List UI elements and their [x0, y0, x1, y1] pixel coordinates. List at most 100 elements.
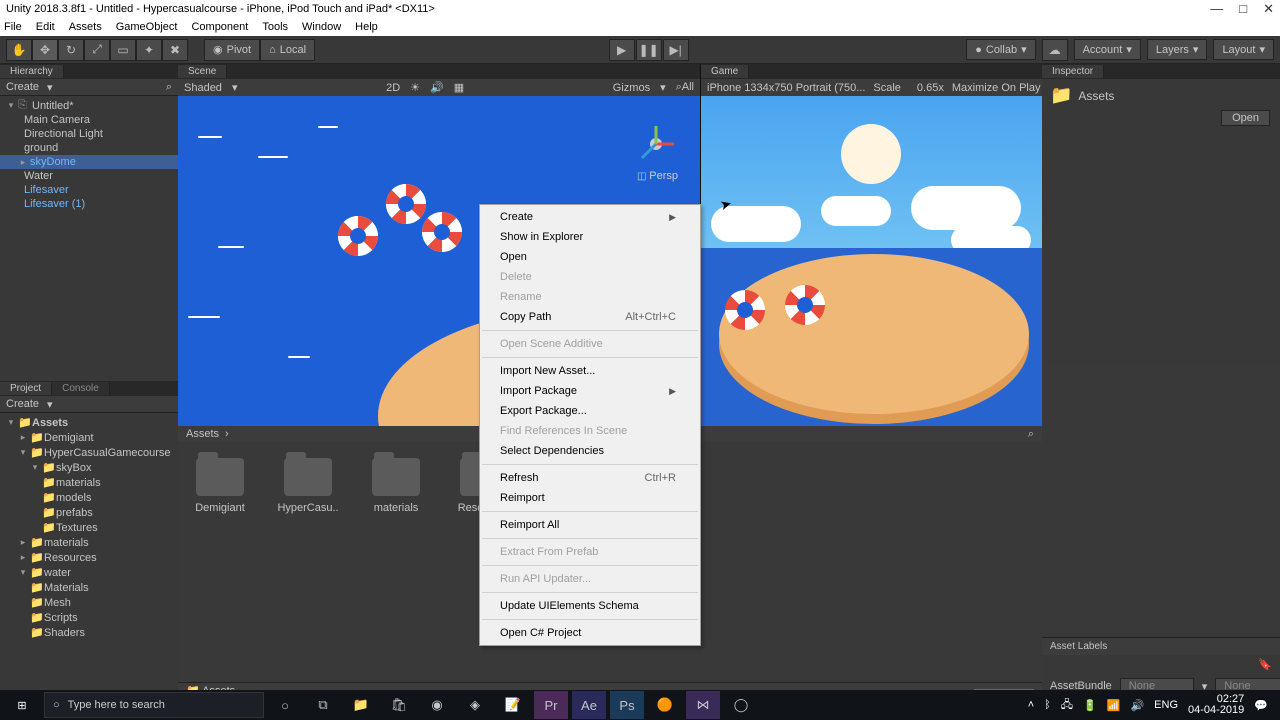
project-tab[interactable]: Project — [0, 382, 52, 395]
layout-dropdown[interactable]: Layout ▾ — [1213, 39, 1274, 60]
maximize-icon[interactable]: □ — [1239, 1, 1247, 17]
project-folder[interactable]: ▸📁Resources — [0, 550, 178, 565]
photoshop-icon[interactable]: Ps — [610, 691, 644, 719]
menu-help[interactable]: Help — [355, 21, 378, 33]
hierarchy-item[interactable]: Water — [0, 169, 178, 183]
inspector-tab[interactable]: Inspector — [1042, 65, 1104, 78]
project-folder[interactable]: 📁prefabs — [0, 505, 178, 520]
view-gizmo[interactable] — [634, 122, 678, 166]
menu-gameobject[interactable]: GameObject — [116, 21, 178, 33]
chrome-icon[interactable]: ◉ — [420, 691, 454, 719]
project-folder[interactable]: 📁materials — [0, 475, 178, 490]
context-menu-item[interactable]: Select Dependencies — [480, 441, 700, 461]
context-menu-item[interactable]: Copy PathAlt+Ctrl+C — [480, 307, 700, 327]
label-icon[interactable]: 🔖 — [1258, 659, 1272, 671]
search-all[interactable]: ⌕All — [676, 81, 694, 94]
hierarchy-create[interactable]: Create — [6, 81, 39, 93]
taskview-icon[interactable]: ⧉ — [306, 691, 340, 719]
premiere-icon[interactable]: Pr — [534, 691, 568, 719]
blender-icon[interactable]: 🟠 — [648, 691, 682, 719]
menu-edit[interactable]: Edit — [36, 21, 55, 33]
account-dropdown[interactable]: Account ▾ — [1074, 39, 1141, 60]
gizmos-dropdown[interactable]: Gizmos — [613, 82, 650, 94]
asset-folder[interactable]: HyperCasu.. — [278, 458, 338, 514]
maximize-toggle[interactable]: Maximize On Play — [952, 82, 1041, 94]
project-folder[interactable]: 📁Mesh — [0, 595, 178, 610]
2d-toggle[interactable]: 2D — [386, 82, 400, 94]
hierarchy-scene[interactable]: ▾⎘Untitled* — [0, 98, 178, 113]
move-tool-button[interactable]: ✥ — [32, 39, 58, 61]
close-icon[interactable]: ✕ — [1263, 1, 1274, 17]
asset-folder[interactable]: materials — [366, 458, 426, 514]
rotate-tool-button[interactable]: ↻ — [58, 39, 84, 61]
notepad-icon[interactable]: 📝 — [496, 691, 530, 719]
menu-file[interactable]: File — [4, 21, 22, 33]
selected-lifesaver[interactable] — [422, 212, 462, 252]
project-create[interactable]: Create — [6, 398, 39, 410]
pivot-toggle[interactable]: ◉ Pivot — [204, 39, 260, 61]
fx-icon[interactable]: ▦ — [454, 81, 464, 94]
game-tab[interactable]: Game — [701, 65, 749, 78]
context-menu-item[interactable]: RefreshCtrl+R — [480, 468, 700, 488]
project-folder[interactable]: ▸📁Demigiant — [0, 430, 178, 445]
rect-tool-button[interactable]: ▭ — [110, 39, 136, 61]
hierarchy-item[interactable]: Main Camera — [0, 113, 178, 127]
hierarchy-tab[interactable]: Hierarchy — [0, 65, 64, 78]
persp-label[interactable]: ◫ Persp — [637, 170, 678, 182]
project-folder[interactable]: 📁Shaders — [0, 625, 178, 640]
hierarchy-item[interactable]: ground — [0, 141, 178, 155]
volume-icon[interactable]: 🔊 — [1130, 699, 1144, 712]
project-folder[interactable]: 📁Textures — [0, 520, 178, 535]
breadcrumb[interactable]: Assets — [186, 428, 219, 440]
context-menu-item[interactable]: Update UIElements Schema — [480, 596, 700, 616]
light-icon[interactable]: ☀ — [410, 81, 420, 94]
pause-button[interactable]: ❚❚ — [636, 39, 662, 61]
context-menu-item[interactable]: Reimport — [480, 488, 700, 508]
notification-icon[interactable]: 💬 — [1254, 699, 1268, 712]
visualstudio-icon[interactable]: ⋈ — [686, 691, 720, 719]
play-button[interactable]: ▶ — [609, 39, 635, 61]
hierarchy-item[interactable]: Lifesaver (1) — [0, 197, 178, 211]
hierarchy-item[interactable]: Lifesaver — [0, 183, 178, 197]
menu-component[interactable]: Component — [191, 21, 248, 33]
transform-tool-button[interactable]: ✦ — [136, 39, 162, 61]
context-menu-item[interactable]: Open C# Project — [480, 623, 700, 643]
shaded-dropdown[interactable]: Shaded — [184, 82, 222, 94]
battery-icon[interactable]: 🔋 — [1083, 699, 1097, 712]
cloud-button[interactable]: ☁ — [1042, 39, 1068, 61]
unity-icon[interactable]: ◈ — [458, 691, 492, 719]
tray-up-icon[interactable]: ˄ — [1028, 699, 1034, 711]
local-toggle[interactable]: ⌂ Local — [260, 39, 315, 61]
network-icon[interactable]: 🖧 — [1061, 696, 1073, 715]
project-folder[interactable]: ▾📁skyBox — [0, 460, 178, 475]
obs-icon[interactable]: ◯ — [724, 691, 758, 719]
console-tab[interactable]: Console — [52, 382, 110, 395]
context-menu-item[interactable]: Open — [480, 247, 700, 267]
context-menu-item[interactable]: Export Package... — [480, 401, 700, 421]
menu-assets[interactable]: Assets — [69, 21, 102, 33]
asset-folder[interactable]: Demigiant — [190, 458, 250, 514]
audio-icon[interactable]: 🔊 — [430, 81, 444, 94]
lang-indicator[interactable]: ENG — [1154, 699, 1178, 711]
project-folder[interactable]: ▸📁materials — [0, 535, 178, 550]
step-button[interactable]: ▶| — [663, 39, 689, 61]
menu-tools[interactable]: Tools — [262, 21, 288, 33]
hand-tool-button[interactable]: ✋ — [6, 39, 32, 61]
cortana-icon[interactable]: ○ — [268, 691, 302, 719]
context-menu-item[interactable]: Show in Explorer — [480, 227, 700, 247]
project-search-icon[interactable]: ⌕ — [1028, 428, 1034, 441]
context-menu-item[interactable]: Reimport All — [480, 515, 700, 535]
project-folder[interactable]: ▾📁water — [0, 565, 178, 580]
bluetooth-icon[interactable]: ᛒ — [1044, 699, 1051, 711]
layers-dropdown[interactable]: Layers ▾ — [1147, 39, 1208, 60]
project-folder[interactable]: ▾📁HyperCasualGamecourse — [0, 445, 178, 460]
store-icon[interactable]: 🛍 — [382, 691, 416, 719]
taskbar-search[interactable]: ○ Type here to search — [44, 692, 264, 718]
scale-tool-button[interactable]: ⤢ — [84, 39, 110, 61]
hierarchy-item[interactable]: ▸skyDome — [0, 155, 178, 169]
hierarchy-item[interactable]: Directional Light — [0, 127, 178, 141]
collab-dropdown[interactable]: ● Collab ▾ — [966, 39, 1035, 60]
project-root[interactable]: ▾📁Assets — [0, 415, 178, 430]
minimize-icon[interactable]: — — [1210, 1, 1223, 17]
scene-tab[interactable]: Scene — [178, 65, 227, 78]
